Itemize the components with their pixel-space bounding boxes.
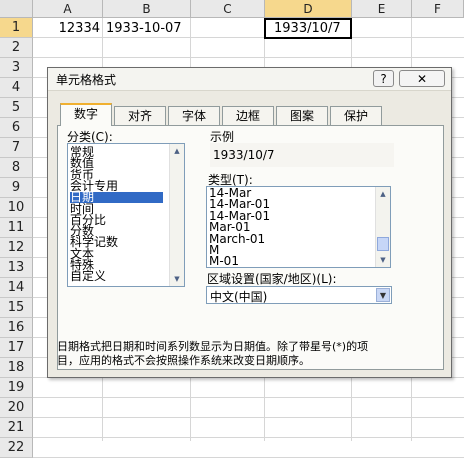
column-header-f[interactable]: F — [412, 0, 464, 18]
row-header-13[interactable]: 13 — [0, 258, 33, 278]
row-header-1[interactable]: 1 — [0, 18, 33, 38]
row-header-22[interactable]: 22 — [0, 438, 33, 458]
format-cells-dialog: 单元格格式 ? ✕ 数字 对齐 字体 边框 图案 保护 分类(C): 常规 数值货… — [47, 67, 452, 378]
chevron-down-icon[interactable]: ▼ — [376, 288, 390, 302]
scroll-down-icon[interactable]: ▼ — [377, 254, 389, 266]
close-button[interactable]: ✕ — [399, 70, 445, 87]
column-header-a[interactable]: A — [33, 0, 103, 18]
sample-value: 1933/10/7 — [213, 148, 275, 162]
locale-select[interactable]: 中文(中国) ▼ — [206, 286, 392, 304]
row-header-2[interactable]: 2 — [0, 38, 33, 58]
row-header-7[interactable]: 7 — [0, 138, 33, 158]
dialog-title: 单元格格式 — [56, 73, 117, 87]
row-header-5[interactable]: 5 — [0, 98, 33, 118]
sheet-row — [33, 438, 464, 458]
row-header-16[interactable]: 16 — [0, 318, 33, 338]
sheet-row — [33, 378, 464, 398]
type-list[interactable]: 14-Mar 14-Mar-01 14-Mar-01 Mar-01 March-01 M M… — [206, 186, 391, 268]
column-header-b[interactable]: B — [103, 0, 191, 18]
sheet-row — [33, 38, 464, 58]
category-list[interactable]: 常规 数值 货币 会计专用 日期 时间 百分比 分数 科学记数 文本 特殊 自定义 ▲ ▼ — [67, 143, 185, 287]
tab-border[interactable]: 边框 — [222, 106, 274, 125]
row-header-4[interactable]: 4 — [0, 78, 33, 98]
row-header-3[interactable]: 3 — [0, 58, 33, 78]
row-header-19[interactable]: 19 — [0, 378, 33, 398]
tab-number[interactable]: 数字 — [60, 103, 112, 126]
category-item[interactable]: 自定义 — [70, 270, 106, 282]
locale-label: 区域设置(国家/地区)(L): — [207, 272, 337, 286]
row-header-20[interactable]: 20 — [0, 398, 33, 418]
cell-b1[interactable]: 1933-10-07 — [106, 19, 190, 39]
cell-a1[interactable]: 12334 — [33, 19, 100, 39]
row-header-11[interactable]: 11 — [0, 218, 33, 238]
sheet-row — [33, 418, 464, 438]
tab-pattern[interactable]: 图案 — [276, 106, 328, 125]
row-header-14[interactable]: 14 — [0, 278, 33, 298]
row-header-12[interactable]: 12 — [0, 238, 33, 258]
row-header-10[interactable]: 10 — [0, 198, 33, 218]
tab-alignment[interactable]: 对齐 — [114, 106, 166, 125]
category-scrollbar[interactable]: ▲ ▼ — [169, 144, 184, 286]
scroll-down-icon[interactable]: ▼ — [171, 273, 183, 285]
help-button[interactable]: ? — [373, 70, 394, 87]
dialog-titlebar[interactable]: 单元格格式 ? ✕ — [48, 68, 451, 91]
row-header-17[interactable]: 17 — [0, 338, 33, 358]
row-header-18[interactable]: 18 — [0, 358, 33, 378]
tab-protection[interactable]: 保护 — [330, 106, 382, 125]
locale-value: 中文(中国) — [210, 290, 268, 304]
select-all-corner[interactable] — [0, 0, 33, 18]
column-header-d[interactable]: D — [265, 0, 352, 18]
tab-panel-number: 分类(C): 常规 数值 货币 会计专用 日期 时间 百分比 分数 科学记数 文本 特殊 自定义 ▲ … — [57, 125, 444, 370]
row-header-8[interactable]: 8 — [0, 158, 33, 178]
tab-font[interactable]: 字体 — [168, 106, 220, 125]
cell-d1[interactable]: 1933/10/7 — [268, 19, 350, 39]
scroll-up-icon[interactable]: ▲ — [377, 188, 389, 200]
description-line-2: 目，应用的格式不会按照操作系统来改变日期顺序。 — [57, 354, 310, 367]
sheet-row — [33, 398, 464, 418]
column-header-c[interactable]: C — [191, 0, 265, 18]
sample-box: 1933/10/7 — [210, 143, 394, 167]
scroll-thumb[interactable] — [377, 237, 389, 251]
row-header-6[interactable]: 6 — [0, 118, 33, 138]
row-header-9[interactable]: 9 — [0, 178, 33, 198]
row-header-15[interactable]: 15 — [0, 298, 33, 318]
type-scrollbar[interactable]: ▲ ▼ — [375, 187, 390, 267]
close-icon: ✕ — [416, 72, 428, 86]
type-item[interactable]: M-01 — [209, 255, 239, 267]
column-header-e[interactable]: E — [352, 0, 412, 18]
row-header-21[interactable]: 21 — [0, 418, 33, 438]
scroll-up-icon[interactable]: ▲ — [171, 145, 183, 157]
